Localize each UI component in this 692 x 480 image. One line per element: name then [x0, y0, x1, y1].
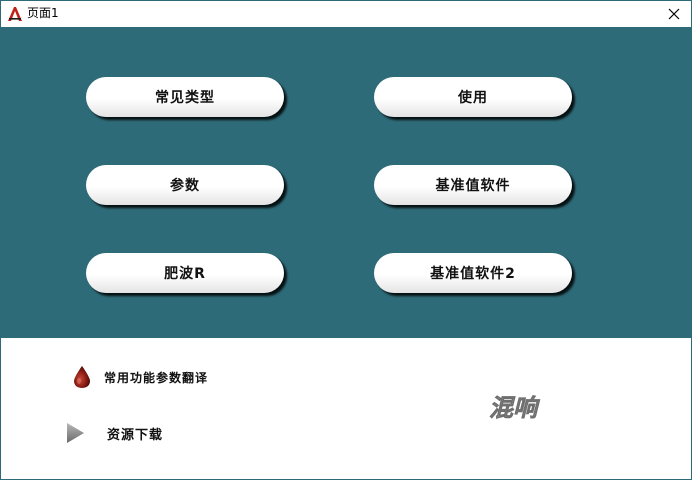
usage-button[interactable]: 使用 — [374, 77, 572, 117]
baseline-software-2-button[interactable]: 基准值软件2 — [374, 253, 572, 293]
baseline-software-button[interactable]: 基准值软件 — [374, 165, 572, 205]
play-arrow-icon — [67, 423, 84, 443]
parameter-translation-label: 常用功能参数翻译 — [104, 370, 209, 385]
watermark-logo: 混响 — [489, 393, 542, 423]
window-title: 页面1 — [27, 6, 59, 20]
title-bar[interactable]: 页面1 — [1, 1, 691, 27]
parameter-translation-link[interactable]: 常用功能参数翻译 — [72, 365, 208, 389]
close-icon — [668, 8, 680, 20]
watermark-text: 混响 — [489, 393, 541, 422]
parameters-button[interactable]: 参数 — [86, 165, 284, 205]
blood-drop-icon — [74, 366, 90, 388]
app-window: 页面1 常见类型 使用 参数 基准值软件 肥波R 基准值软件2 常用功能参数翻译… — [0, 0, 692, 480]
feibo-r-button[interactable]: 肥波R — [86, 253, 284, 293]
close-button[interactable] — [657, 1, 691, 27]
button-panel: 常见类型 使用 参数 基准值软件 肥波R 基准值软件2 — [1, 27, 691, 338]
resource-download-label: 资源下载 — [107, 427, 164, 443]
common-types-button[interactable]: 常见类型 — [86, 77, 284, 117]
resource-download-link[interactable]: 资源下载 — [65, 422, 163, 444]
app-logo-icon — [8, 7, 22, 21]
